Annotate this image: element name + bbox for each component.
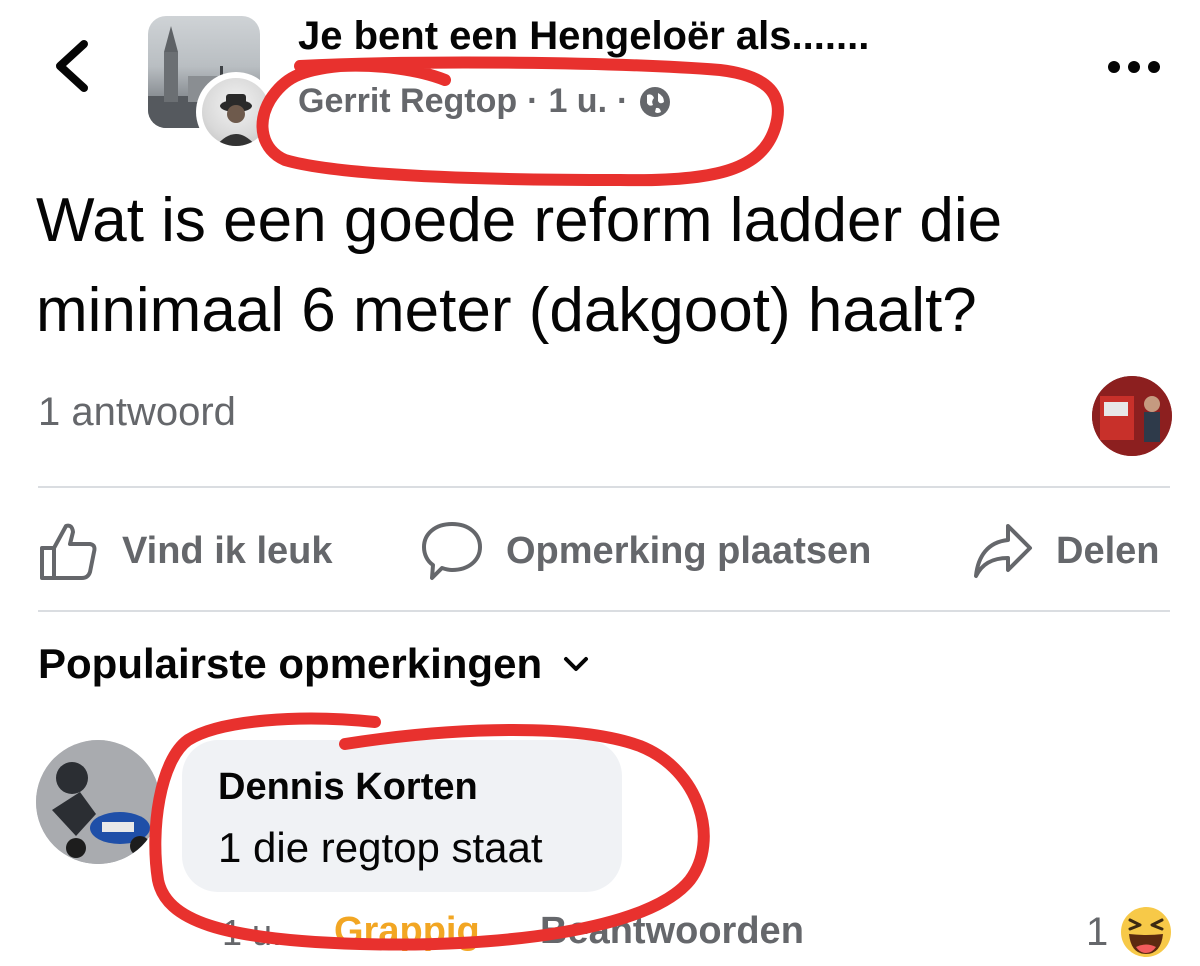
answer-count[interactable]: 1 antwoord <box>38 390 236 435</box>
comment-author[interactable]: Dennis Korten <box>218 766 478 809</box>
meta-separator-2: · <box>617 82 629 120</box>
reaction-count[interactable]: 1 <box>1086 910 1108 955</box>
globe-icon <box>640 86 671 117</box>
post-meta: Gerrit Regtop · 1 u. · <box>298 82 672 121</box>
responder-photo <box>1092 376 1172 456</box>
comment-reaction-label[interactable]: Grappig <box>334 910 480 953</box>
group-name[interactable]: Je bent een Hengeloër als....... <box>298 14 1038 59</box>
more-options-button[interactable] <box>1104 52 1164 82</box>
share-button[interactable]: Delen <box>972 516 1159 586</box>
post-text: Wat is een goede reform ladder die minim… <box>36 186 1003 345</box>
like-label: Vind ik leuk <box>122 529 333 572</box>
like-button[interactable]: Vind ik leuk <box>38 516 332 586</box>
back-button[interactable] <box>48 36 98 96</box>
meta-separator: · <box>527 82 539 120</box>
comment-label: Opmerking plaatsen <box>506 529 872 572</box>
comment-button[interactable]: Opmerking plaatsen <box>420 516 871 586</box>
author-photo <box>216 94 256 146</box>
comment-text: 1 die regtop staat <box>218 824 543 871</box>
annotation-circle-author <box>256 56 784 187</box>
comment-icon <box>422 522 482 580</box>
comment-sort-dropdown[interactable]: Populairste opmerkingen <box>38 640 590 688</box>
like-icon <box>40 523 97 580</box>
divider-top <box>38 486 1170 488</box>
divider-bottom <box>38 610 1170 612</box>
haha-icon[interactable] <box>1118 904 1174 960</box>
author-avatar[interactable] <box>196 72 276 152</box>
commenter-avatar[interactable] <box>36 740 160 864</box>
answer-avatar[interactable] <box>1092 376 1172 456</box>
more-icon <box>1108 61 1160 73</box>
post-time[interactable]: 1 u. <box>548 82 607 121</box>
chevron-down-icon <box>564 657 589 671</box>
reply-button[interactable]: Beantwoorden <box>540 910 804 953</box>
commenter-photo <box>36 740 160 864</box>
comment-sort-label: Populairste opmerkingen <box>38 640 543 687</box>
share-label: Delen <box>1056 529 1160 572</box>
author-name[interactable]: Gerrit Regtop <box>298 82 517 121</box>
share-icon <box>974 524 1032 578</box>
comment-time[interactable]: 1 u. <box>222 912 282 954</box>
back-icon <box>56 40 88 92</box>
